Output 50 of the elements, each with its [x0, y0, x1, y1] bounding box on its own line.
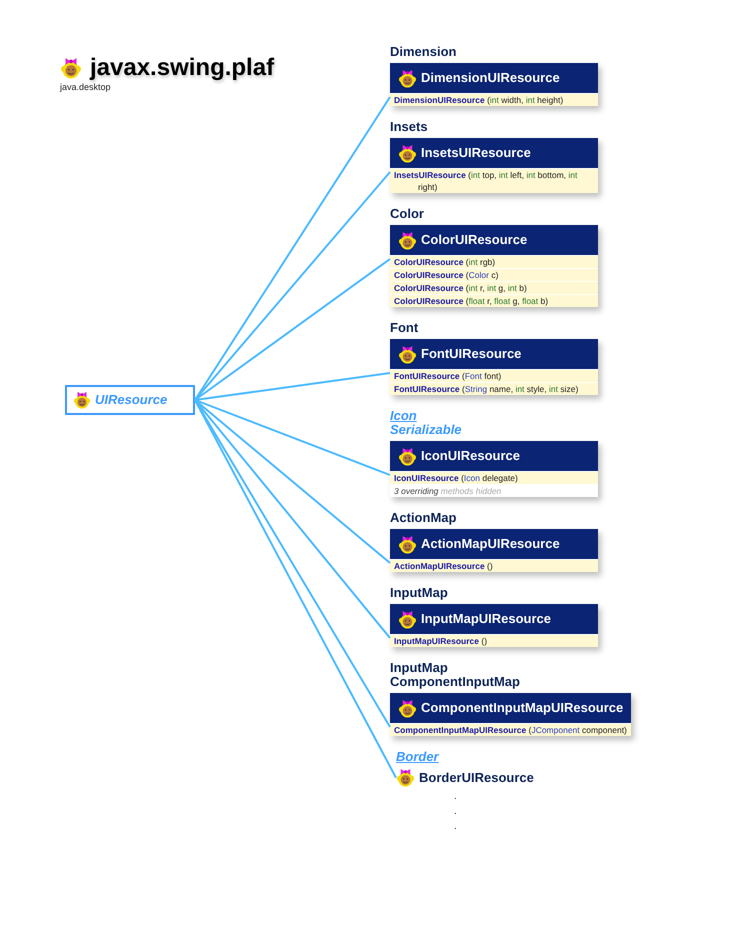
- class-name: FontUIResource: [421, 345, 522, 364]
- constructor-signature: ColorUIResource (int rgb): [390, 255, 598, 268]
- superclass-label: Font: [390, 320, 418, 335]
- hidden-methods-note: 3 overriding methods hidden: [390, 484, 598, 497]
- ellipsis-dot: .: [454, 806, 457, 816]
- constructor-signature: FontUIResource (Font font): [390, 369, 598, 382]
- module-name: java.desktop: [60, 82, 112, 93]
- class-name: BorderUIResource: [419, 769, 534, 787]
- class-name: InsetsUIResource: [421, 144, 531, 162]
- constructor-signature: IconUIResource (Icon delegate): [390, 471, 598, 484]
- cartoon-face-icon: [398, 534, 417, 554]
- superclass-label: Insets: [390, 119, 428, 134]
- cartoon-face-icon: [398, 68, 417, 88]
- cartoon-face-icon: [398, 610, 417, 628]
- class-name: ActionMapUIResource: [421, 535, 560, 554]
- constructor-signature: ComponentInputMapUIResource (JComponent component): [390, 723, 632, 736]
- ellipsis-dot: .: [454, 820, 457, 832]
- cartoon-face-icon: [398, 144, 417, 162]
- constructor-signature: InputMapUIResource (): [390, 634, 598, 647]
- constructor-signature: ColorUIResource (Color c): [390, 268, 598, 281]
- cartoon-face-icon: [73, 391, 91, 409]
- superclass-label: Dimension: [390, 44, 456, 59]
- superclass-label: ComponentInputMap: [390, 674, 520, 689]
- cartoon-face-icon: [398, 446, 417, 466]
- cartoon-face-icon: [398, 230, 417, 250]
- superclass-label: Color: [390, 206, 424, 221]
- interface-name: UIResource: [95, 391, 168, 410]
- cartoon-face-icon: [398, 698, 417, 718]
- superclass-label: InputMap: [390, 660, 448, 675]
- class-name: ComponentInputMapUIResource: [421, 699, 624, 718]
- constructor-signature: ActionMapUIResource (): [390, 559, 598, 572]
- cartoon-face-icon: [398, 344, 417, 364]
- interface-link[interactable]: Icon: [390, 408, 417, 423]
- class-name: IconUIResource: [421, 447, 520, 466]
- constructor-signature: FontUIResource (String name, int style, int size): [390, 382, 598, 395]
- superclass-label: ActionMap: [390, 510, 456, 525]
- page-title: javax.swing.plaf: [90, 54, 274, 82]
- class-name: InputMapUIResource: [421, 610, 552, 628]
- interface-link[interactable]: Border: [396, 749, 439, 764]
- ellipsis-dot: .: [454, 790, 457, 802]
- class-name: ColorUIResource: [421, 231, 528, 250]
- constructor-signature: DimensionUIResource (int width, int height): [390, 93, 598, 106]
- constructor-signature: ColorUIResource (float r, float g, float b): [390, 294, 598, 307]
- constructor-signature: ColorUIResource (int r, int g, int b): [390, 281, 598, 294]
- cartoon-face-icon: [60, 57, 82, 79]
- superclass-label: Serializable: [390, 422, 462, 437]
- superclass-label: InputMap: [390, 585, 448, 600]
- cartoon-face-icon: [396, 768, 415, 788]
- class-name: DimensionUIResource: [421, 69, 560, 88]
- constructor-signature: InsetsUIResource (int top, int left, int bottom, int right): [390, 168, 598, 193]
